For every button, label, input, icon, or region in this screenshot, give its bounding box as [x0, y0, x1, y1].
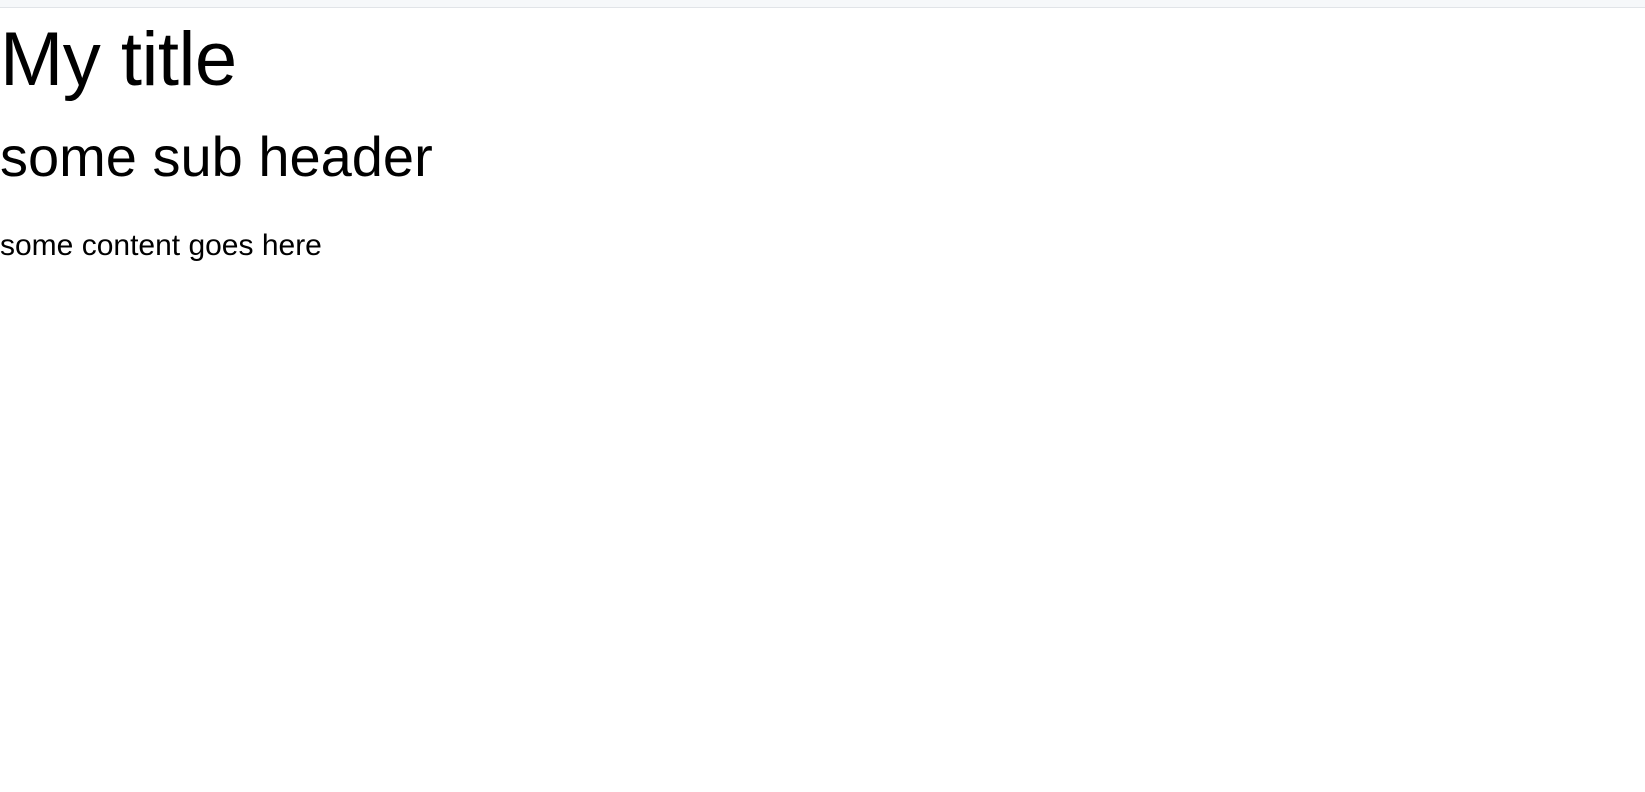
page-body-text: some content goes here	[0, 226, 1645, 265]
page-title: My title	[0, 14, 1645, 105]
page-content: My title some sub header some content go…	[0, 14, 1645, 265]
page-subheader: some sub header	[0, 123, 1645, 190]
browser-top-strip	[0, 0, 1645, 8]
